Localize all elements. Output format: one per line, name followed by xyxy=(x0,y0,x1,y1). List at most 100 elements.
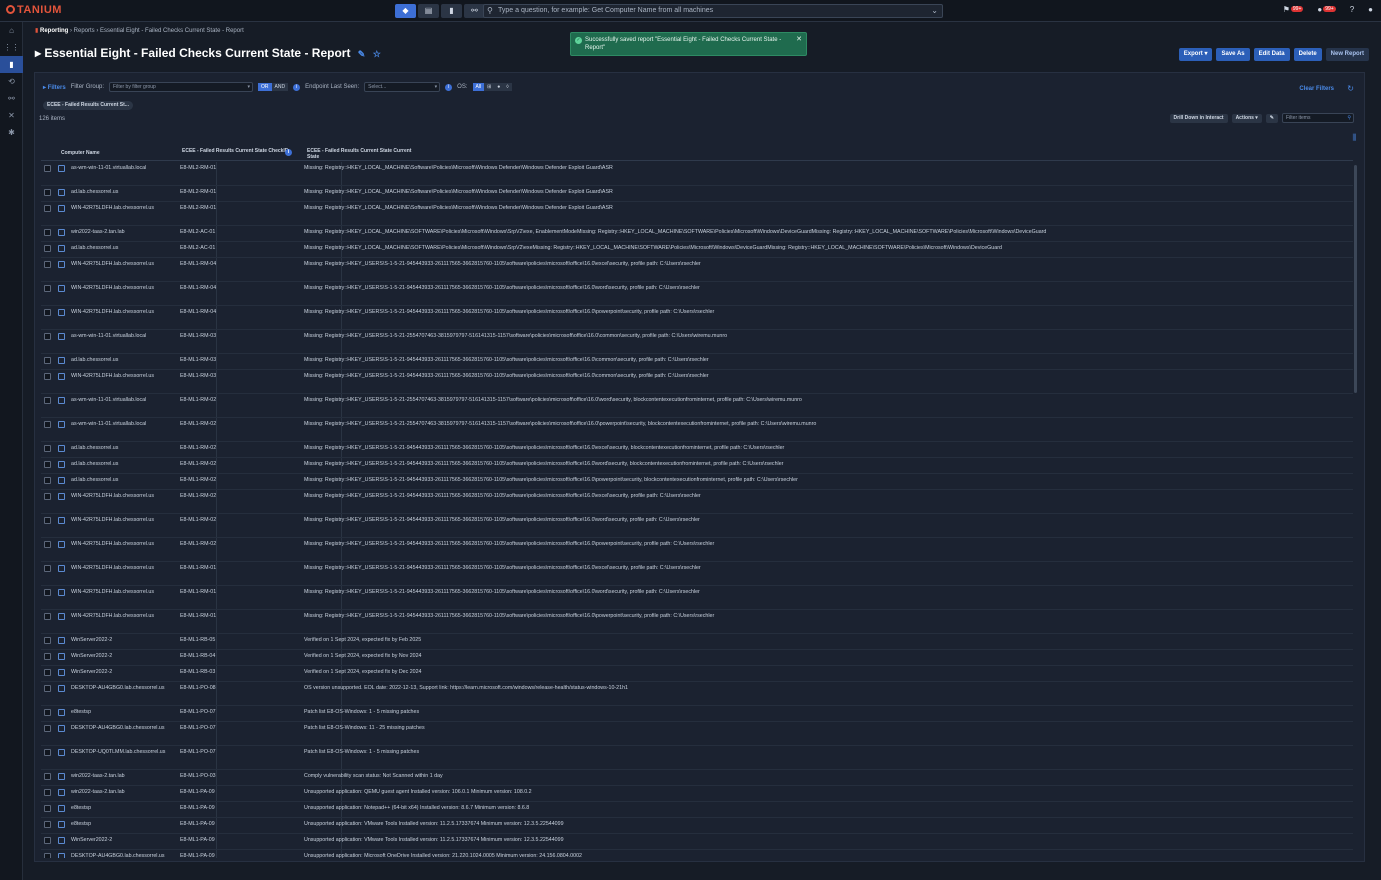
save-as-button[interactable]: Save As xyxy=(1216,48,1250,61)
row-details-icon[interactable] xyxy=(58,565,65,572)
question-search-input[interactable]: ⚲ Type a question, for example: Get Comp… xyxy=(483,4,943,18)
row-details-icon[interactable] xyxy=(58,421,65,428)
row-details-icon[interactable] xyxy=(58,309,65,316)
row-checkbox[interactable] xyxy=(44,261,51,268)
row-checkbox[interactable] xyxy=(44,749,51,756)
row-checkbox[interactable] xyxy=(44,373,51,380)
row-checkbox[interactable] xyxy=(44,653,51,660)
col-computer-name[interactable]: Computer Name xyxy=(61,150,100,156)
row-checkbox[interactable] xyxy=(44,229,51,236)
new-report-button[interactable]: New Report xyxy=(1325,48,1369,61)
and-toggle[interactable]: AND xyxy=(271,83,289,91)
row-checkbox[interactable] xyxy=(44,565,51,572)
row-details-icon[interactable] xyxy=(58,493,65,500)
row-details-icon[interactable] xyxy=(58,749,65,756)
table-row[interactable]: win2022-taas-2.tan.lab E8-ML1-PO-03 Comply… xyxy=(41,770,1353,786)
drill-down-button[interactable]: Drill Down in Interact xyxy=(1169,113,1228,123)
table-row[interactable]: WIN-42R75LDFH.lab.chessorrel.us E8-ML1-RM… xyxy=(41,562,1353,586)
row-checkbox[interactable] xyxy=(44,165,51,172)
table-row[interactable]: ad.lab.chessorrel.us E8-ML1-RM-02 Missing:… xyxy=(41,458,1353,474)
table-row[interactable]: DESKTOP-UQ0TLMM.lab.chessorrel.us E8-ML1-… xyxy=(41,746,1353,770)
col-check-id[interactable]: ECEE - Failed Results Current State Chec… xyxy=(182,148,292,154)
table-row[interactable]: as-wm-win-11-01.virtuallab.local E8-ML1-R… xyxy=(41,418,1353,442)
row-details-icon[interactable] xyxy=(58,397,65,404)
row-details-icon[interactable] xyxy=(58,477,65,484)
table-row[interactable]: WinServer2022-2 E8-ML1-RB-05 Verified on 1… xyxy=(41,634,1353,650)
row-details-icon[interactable] xyxy=(58,357,65,364)
col-current-state[interactable]: ECEE - Failed Results Current State Curr… xyxy=(307,148,417,160)
star-icon[interactable]: ☆ xyxy=(373,49,381,59)
breadcrumb-reports[interactable]: Reports xyxy=(74,28,95,34)
edit-data-button[interactable]: Edit Data xyxy=(1253,48,1290,61)
row-details-icon[interactable] xyxy=(58,613,65,620)
row-checkbox[interactable] xyxy=(44,821,51,828)
row-details-icon[interactable] xyxy=(58,725,65,732)
row-details-icon[interactable] xyxy=(58,261,65,268)
clear-filters-link[interactable]: Clear Filters xyxy=(1299,86,1334,92)
row-details-icon[interactable] xyxy=(58,653,65,660)
row-details-icon[interactable] xyxy=(58,229,65,236)
modules-grid-icon[interactable]: ⋮⋮ xyxy=(0,39,23,56)
table-row[interactable]: e8testsp E8-ML1-PO-07 Patch list E8-OS-Win… xyxy=(41,706,1353,722)
table-row[interactable]: as-wm-win-11-01.virtuallab.local E8-ML1-R… xyxy=(41,394,1353,418)
chart-icon[interactable]: ▮ xyxy=(441,4,462,18)
table-row[interactable]: DESKTOP-AU4GBG0.lab.chessorrel.us E8-ML1-… xyxy=(41,682,1353,706)
row-details-icon[interactable] xyxy=(58,773,65,780)
row-details-icon[interactable] xyxy=(58,637,65,644)
table-row[interactable]: WIN-42R75LDFH.lab.chessorrel.us E8-ML1-RM… xyxy=(41,306,1353,330)
saved-questions-icon[interactable]: ▤ xyxy=(418,4,439,18)
home-icon[interactable]: ⌂ xyxy=(0,22,23,39)
last-seen-select[interactable]: Select... ▾ xyxy=(364,82,441,92)
table-row[interactable]: WIN-42R75LDFH.lab.chessorrel.us E8-ML1-RM… xyxy=(41,258,1353,282)
admin-icon[interactable]: ✱ xyxy=(0,124,23,141)
collapse-caret-icon[interactable]: ▸ xyxy=(35,46,41,60)
row-checkbox[interactable] xyxy=(44,285,51,292)
row-details-icon[interactable] xyxy=(58,837,65,844)
row-checkbox[interactable] xyxy=(44,805,51,812)
table-row[interactable]: WinServer2022-2 E8-ML1-PA-09 Unsupported a… xyxy=(41,834,1353,850)
table-row[interactable]: WIN-42R75LDFH.lab.chessorrel.us E8-ML1-RM… xyxy=(41,610,1353,634)
or-toggle[interactable]: OR xyxy=(258,83,272,91)
table-row[interactable]: WinServer2022-2 E8-ML1-RB-04 Verified on 1… xyxy=(41,650,1353,666)
row-details-icon[interactable] xyxy=(58,245,65,252)
link-icon[interactable]: ⚯ xyxy=(464,4,485,18)
row-details-icon[interactable] xyxy=(58,333,65,340)
table-row[interactable]: WIN-42R75LDFH.lab.chessorrel.us E8-ML2-RM… xyxy=(41,202,1353,226)
row-details-icon[interactable] xyxy=(58,165,65,172)
actions-button[interactable]: Actions ▾ xyxy=(1231,113,1262,123)
table-row[interactable]: ad.lab.chessorrel.us E8-ML1-RM-02 Missing:… xyxy=(41,474,1353,490)
filter-items-input[interactable]: Filter items ⚲ xyxy=(1282,113,1354,123)
row-checkbox[interactable] xyxy=(44,189,51,196)
windows-icon[interactable]: ⊞ xyxy=(484,83,495,91)
row-checkbox[interactable] xyxy=(44,245,51,252)
row-checkbox[interactable] xyxy=(44,357,51,364)
row-details-icon[interactable] xyxy=(58,589,65,596)
table-row[interactable]: WIN-42R75LDFH.lab.chessorrel.us E8-ML1-RM… xyxy=(41,282,1353,306)
filter-group-select[interactable]: Filter by filter group ▾ xyxy=(109,82,254,92)
row-checkbox[interactable] xyxy=(44,789,51,796)
table-row[interactable]: WinServer2022-2 E8-ML1-RB-03 Verified on 1… xyxy=(41,666,1353,682)
row-checkbox[interactable] xyxy=(44,421,51,428)
table-row[interactable]: e8testsp E8-ML1-PA-09 Unsupported applicat… xyxy=(41,802,1353,818)
question-mode-icon[interactable]: ◆ xyxy=(395,4,416,18)
row-details-icon[interactable] xyxy=(58,709,65,716)
row-checkbox[interactable] xyxy=(44,445,51,452)
columns-icon[interactable]: ⫼ xyxy=(1352,133,1356,143)
info-icon[interactable]: i xyxy=(285,149,292,156)
row-checkbox[interactable] xyxy=(44,333,51,340)
filter-chip[interactable]: ECEE - Failed Results Current St... xyxy=(43,101,133,110)
table-row[interactable]: DESKTOP-AU4GBG0.lab.chessorrel.us E8-ML1-… xyxy=(41,722,1353,746)
scrollbar[interactable] xyxy=(1354,165,1357,393)
table-row[interactable]: as-wm-win-11-01.virtuallab.local E8-ML2-R… xyxy=(41,162,1353,186)
apple-icon[interactable]: ● xyxy=(494,83,504,91)
row-details-icon[interactable] xyxy=(58,805,65,812)
row-details-icon[interactable] xyxy=(58,821,65,828)
table-row[interactable]: win2022-taas-2.tan.lab E8-ML2-AC-01 Missin… xyxy=(41,226,1353,242)
row-details-icon[interactable] xyxy=(58,669,65,676)
row-checkbox[interactable] xyxy=(44,709,51,716)
table-row[interactable]: WIN-42R75LDFH.lab.chessorrel.us E8-ML1-RM… xyxy=(41,490,1353,514)
table-row[interactable]: win2022-taas-2.tan.lab E8-ML1-PA-09 Unsupp… xyxy=(41,786,1353,802)
user-icon[interactable]: ● xyxy=(1368,5,1373,14)
table-row[interactable]: e8testsp E8-ML1-PA-09 Unsupported applicat… xyxy=(41,818,1353,834)
breadcrumb-reporting[interactable]: Reporting xyxy=(40,28,68,34)
